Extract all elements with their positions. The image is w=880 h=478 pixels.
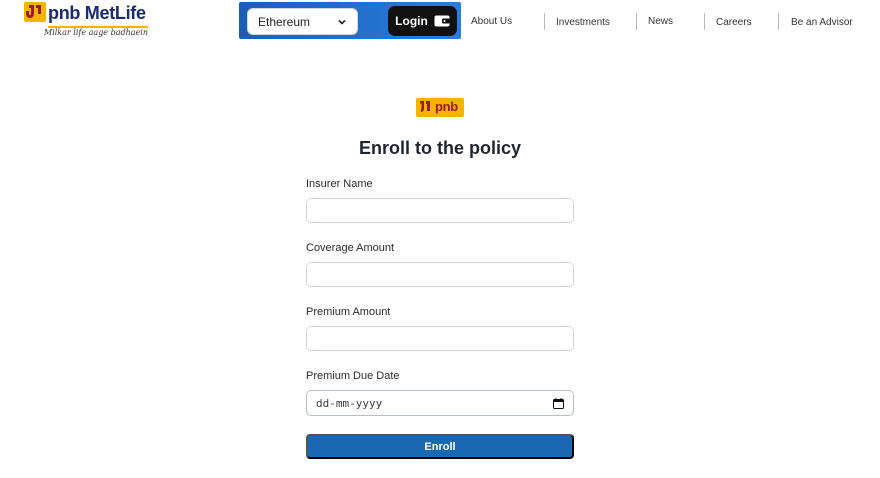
wallet-icon [434, 15, 450, 27]
coverage-amount-label: Coverage Amount [306, 242, 395, 254]
premium-amount-input[interactable] [306, 326, 574, 351]
nav-divider [778, 13, 779, 30]
premium-amount-label: Premium Amount [306, 306, 391, 318]
form-title: Enroll to the policy [358, 138, 521, 158]
brand-logo[interactable]: pnb MetLife Milkar life aage badhaein [24, 2, 154, 42]
login-button-label: Login [395, 14, 428, 28]
premium-due-date-label: Premium Due Date [306, 370, 400, 382]
nav-item-investments[interactable]: Investments [556, 17, 610, 28]
nav-item-careers[interactable]: Careers [716, 17, 752, 28]
insurer-name-input[interactable] [306, 198, 574, 223]
pnb-logo-mark-icon [24, 2, 46, 22]
form-brand-logo-text: pnb [435, 99, 458, 114]
brand-name: pnb MetLife [48, 3, 146, 23]
nav-item-be-an-advisor[interactable]: Be an Advisor [791, 17, 853, 28]
date-placeholder: dd-mm-yyyy [316, 396, 383, 410]
coverage-amount-input[interactable] [306, 262, 574, 287]
brand-tagline: Milkar life aage badhaein [44, 28, 148, 37]
nav-divider [636, 13, 637, 30]
network-select-value: Ethereum [258, 14, 311, 29]
network-select[interactable]: Ethereum [247, 8, 358, 35]
form-brand-logo: pnb [416, 98, 464, 117]
nav-item-news[interactable]: News [648, 16, 673, 27]
enroll-button[interactable]: Enroll [306, 434, 574, 459]
wallet-bar: Ethereum Login [239, 2, 461, 39]
chevron-down-icon [338, 19, 346, 25]
nav-divider [704, 13, 705, 30]
main-nav: About Us Investments News Careers Be an … [462, 12, 880, 32]
nav-divider [544, 13, 545, 30]
pnb-logo-mark-icon [420, 101, 430, 112]
premium-due-date-input[interactable]: dd-mm-yyyy [306, 390, 574, 416]
nav-item-about-us[interactable]: About Us [471, 16, 512, 27]
calendar-icon[interactable] [553, 397, 564, 409]
login-button[interactable]: Login [388, 6, 457, 36]
insurer-name-label: Insurer Name [306, 178, 373, 190]
